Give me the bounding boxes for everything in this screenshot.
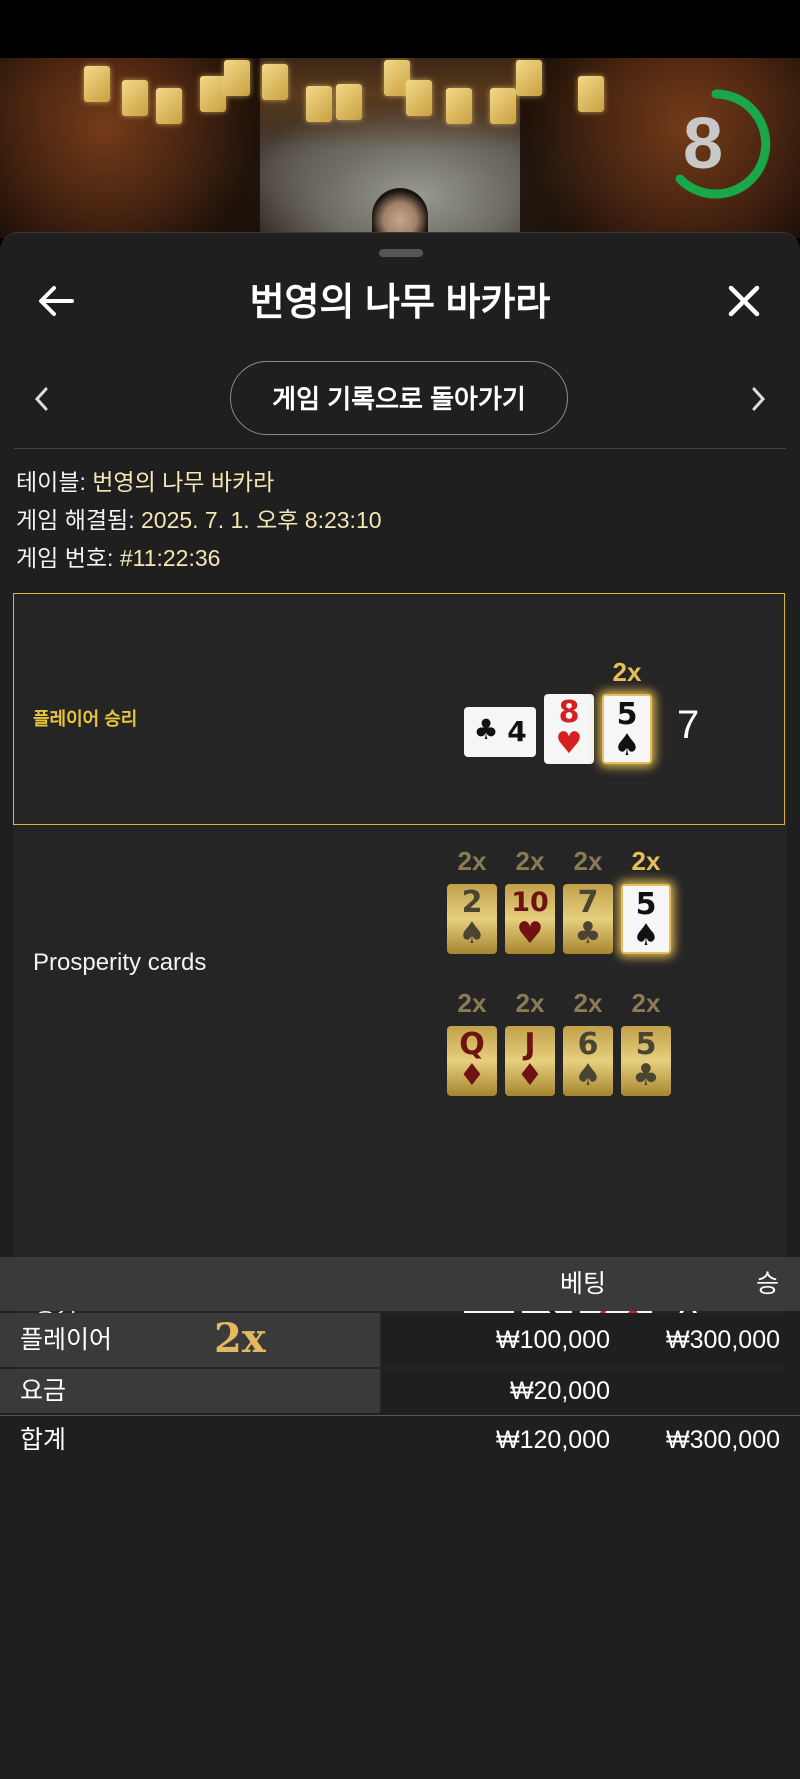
- fee-amount: ₩20,000: [509, 1377, 610, 1405]
- resolved-label: 게임 해결됨:: [16, 507, 135, 533]
- game-history-sheet: 번영의 나무 바카라 게임 기록으로 돌아가기 테이블: 번영의 나무 바카라 …: [0, 232, 800, 1779]
- bets-table-header: [0, 1257, 800, 1311]
- game-number-value: #11:22:36: [119, 545, 221, 571]
- status-bar: [0, 0, 800, 58]
- prosperity-card: Q ♦: [447, 1026, 497, 1096]
- bet-name: 플레이어: [20, 1326, 113, 1354]
- back-to-history-button[interactable]: 게임 기록으로 돌아가기: [230, 361, 568, 435]
- fee-name: 요금: [20, 1377, 67, 1405]
- dealer: [372, 188, 428, 238]
- player-card-3: 5 ♠: [602, 694, 652, 764]
- total-label: 합계: [20, 1426, 67, 1454]
- game-number-info: 게임 번호: #11:22:36: [16, 543, 220, 573]
- prosperity-multiplier: 2x: [515, 846, 545, 876]
- bet-column-header: 베팅: [560, 1270, 607, 1298]
- table-value: 번영의 나무 바카라: [92, 469, 275, 495]
- table-row: [0, 1369, 800, 1413]
- prosperity-card-matched: 5 ♠: [621, 884, 671, 954]
- prosperity-card: 2 ♠: [447, 884, 497, 954]
- prosperity-multiplier: 2x: [573, 846, 603, 876]
- total-bet: ₩120,000: [496, 1426, 610, 1454]
- player-card-3-multiplier: 2x: [612, 657, 642, 687]
- bet-amount: ₩100,000: [496, 1326, 610, 1354]
- win-column-header: 승: [756, 1270, 780, 1298]
- countdown-timer-value: 8: [682, 104, 724, 184]
- table-label: 테이블:: [16, 469, 86, 495]
- prosperity-card: 5 ♣: [621, 1026, 671, 1096]
- prosperity-multiplier: 2x: [573, 988, 603, 1018]
- player-win-label: 플레이어 승리: [33, 709, 138, 729]
- prosperity-multiplier-matched: 2x: [631, 846, 661, 876]
- prosperity-multiplier: 2x: [457, 988, 487, 1018]
- prosperity-card: 6 ♠: [563, 1026, 613, 1096]
- prosperity-multiplier: 2x: [457, 846, 487, 876]
- player-card-2: 8 ♥: [544, 694, 594, 764]
- table-info: 테이블: 번영의 나무 바카라: [16, 467, 274, 497]
- back-arrow-icon[interactable]: [36, 283, 74, 319]
- resolved-value: 2025. 7. 1. 오후 8:23:10: [140, 507, 382, 533]
- page-title: 번영의 나무 바카라: [249, 282, 551, 324]
- total-win: ₩300,000: [666, 1426, 780, 1454]
- prosperity-label: Prosperity cards: [33, 949, 207, 976]
- bet-multiplier: 2x: [214, 1315, 266, 1362]
- chevron-right-icon[interactable]: [750, 385, 768, 413]
- player-total: 7: [677, 703, 700, 747]
- chevron-left-icon[interactable]: [32, 385, 50, 413]
- player-card-1: ♣ 4: [464, 707, 536, 757]
- prosperity-card: 10 ♥: [505, 884, 555, 954]
- prosperity-multiplier: 2x: [515, 988, 545, 1018]
- prosperity-card: 7 ♣: [563, 884, 613, 954]
- divider: [14, 448, 786, 449]
- close-icon[interactable]: [726, 283, 762, 319]
- game-number-label: 게임 번호:: [16, 545, 114, 571]
- prosperity-multiplier: 2x: [631, 988, 661, 1018]
- drag-handle[interactable]: [379, 249, 423, 257]
- win-amount: ₩300,000: [666, 1326, 780, 1354]
- prosperity-card: J ♦: [505, 1026, 555, 1096]
- resolved-info: 게임 해결됨: 2025. 7. 1. 오후 8:23:10: [16, 505, 382, 535]
